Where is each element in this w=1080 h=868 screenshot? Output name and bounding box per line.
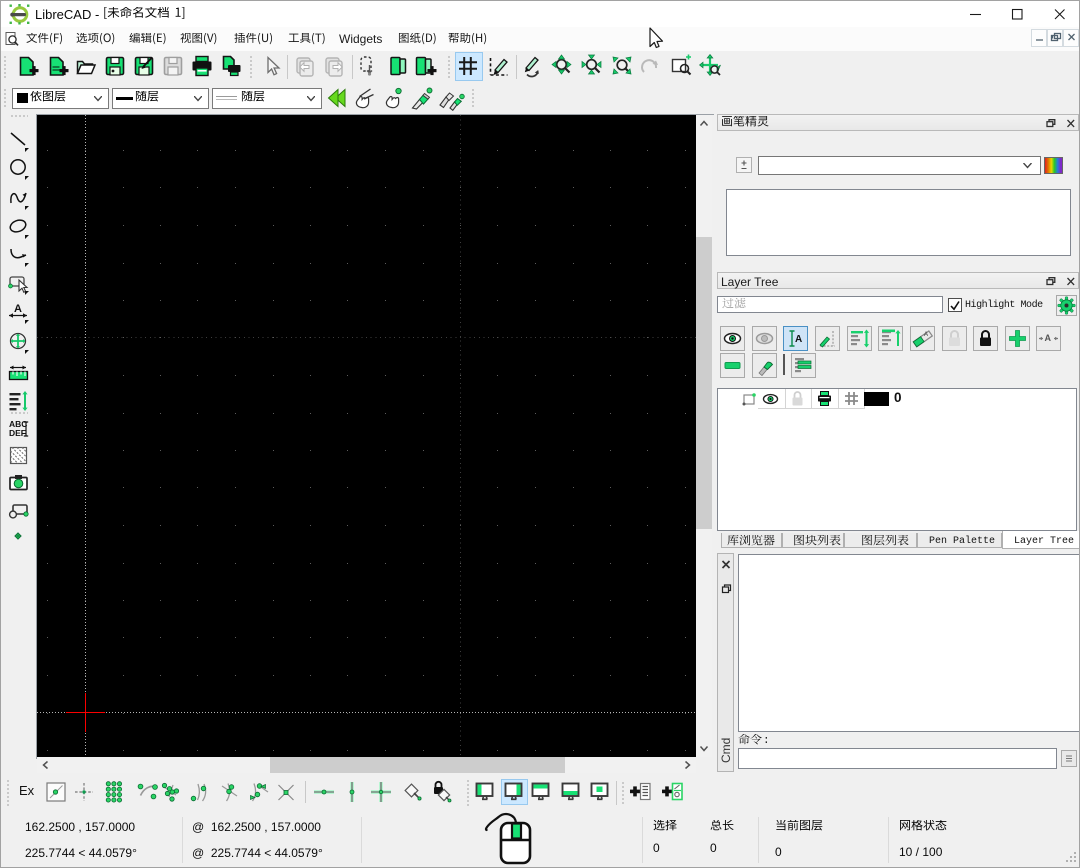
svg-text:A: A (1045, 333, 1052, 343)
svg-text:A: A (924, 332, 928, 338)
svg-text:A: A (14, 303, 22, 315)
svg-text:A: A (795, 334, 802, 345)
svg-text:DEF: DEF (9, 428, 26, 438)
